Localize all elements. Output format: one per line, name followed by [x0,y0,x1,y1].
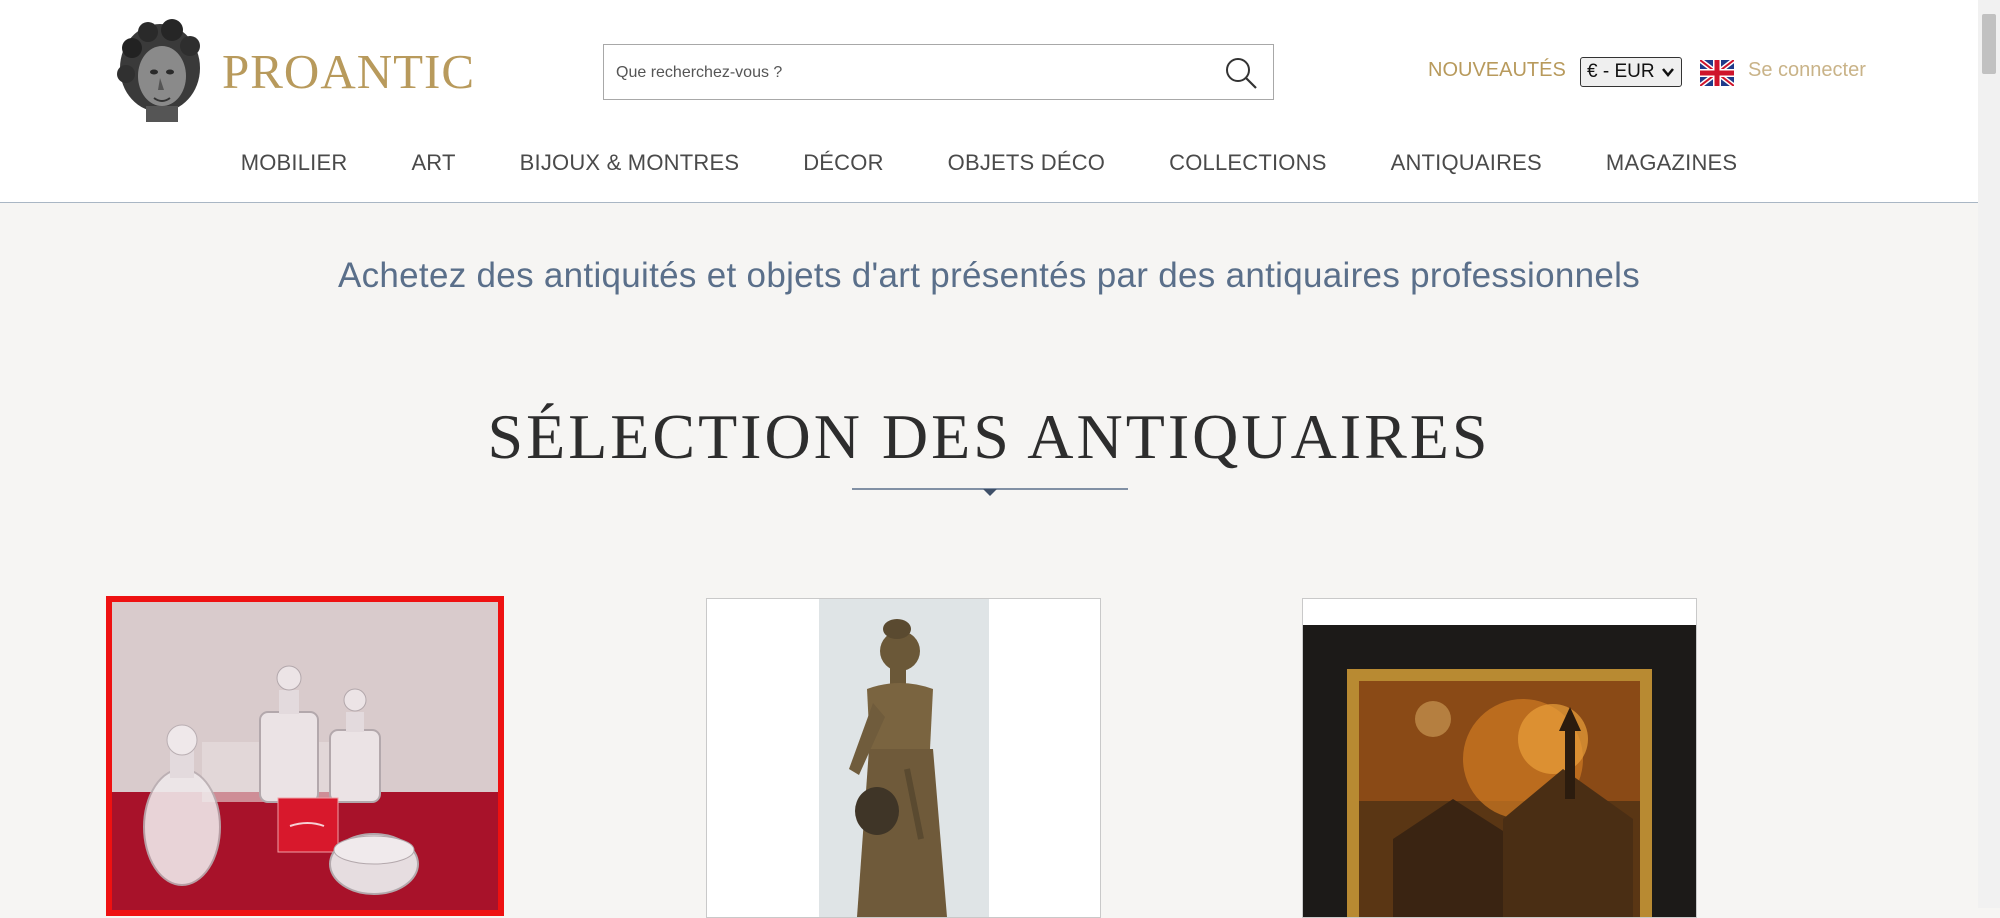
title-divider [852,488,1128,496]
vertical-scrollbar[interactable] [1978,0,2000,908]
currency-select[interactable]: € - EUR [1580,57,1682,87]
login-link[interactable]: Se connecter [1748,59,1866,82]
nav-item-objets-deco[interactable]: OBJETS DÉCO [916,150,1137,180]
site-header: PROANTIC NOUVEAUTÉS € - EUR Se connecter… [0,0,1978,203]
main-nav: MOBILIER ART BIJOUX & MONTRES DÉCOR OBJE… [0,150,1978,180]
nav-item-magazines[interactable]: MAGAZINES [1574,150,1769,180]
logo[interactable]: PROANTIC [110,18,475,124]
uk-flag-icon[interactable] [1700,60,1734,86]
nav-item-art[interactable]: ART [379,150,487,180]
tagline: Achetez des antiquités et objets d'art p… [337,256,1641,295]
nav-item-bijoux-montres[interactable]: BIJOUX & MONTRES [488,150,772,180]
product-card-fire-painting[interactable] [1302,598,1697,918]
nouveautes-link[interactable]: NOUVEAUTÉS [1428,59,1566,82]
bust-logo-icon [117,19,200,122]
chevron-down-icon [1662,68,1674,77]
logo-text: PROANTIC [222,43,476,99]
section-title: SÉLECTION DES ANTIQUAIRES [487,401,1491,472]
product-card-bronze-statue[interactable] [706,598,1101,918]
nav-item-collections[interactable]: COLLECTIONS [1137,150,1358,180]
nav-item-mobilier[interactable]: MOBILIER [209,150,380,180]
nav-item-decor[interactable]: DÉCOR [771,150,915,180]
scrollbar-thumb[interactable] [1982,14,1996,74]
nav-item-antiquaires[interactable]: ANTIQUAIRES [1359,150,1574,180]
search-box [603,44,1274,101]
product-card-crystal-bottles[interactable] [106,596,504,916]
search-input[interactable] [614,45,1198,101]
search-icon[interactable] [1223,55,1259,91]
product-image-fire-painting [1303,599,1696,917]
currency-value: € - EUR [1587,61,1655,82]
product-image-crystal-bottles [112,602,498,910]
product-image-bronze-statue [707,599,1100,917]
